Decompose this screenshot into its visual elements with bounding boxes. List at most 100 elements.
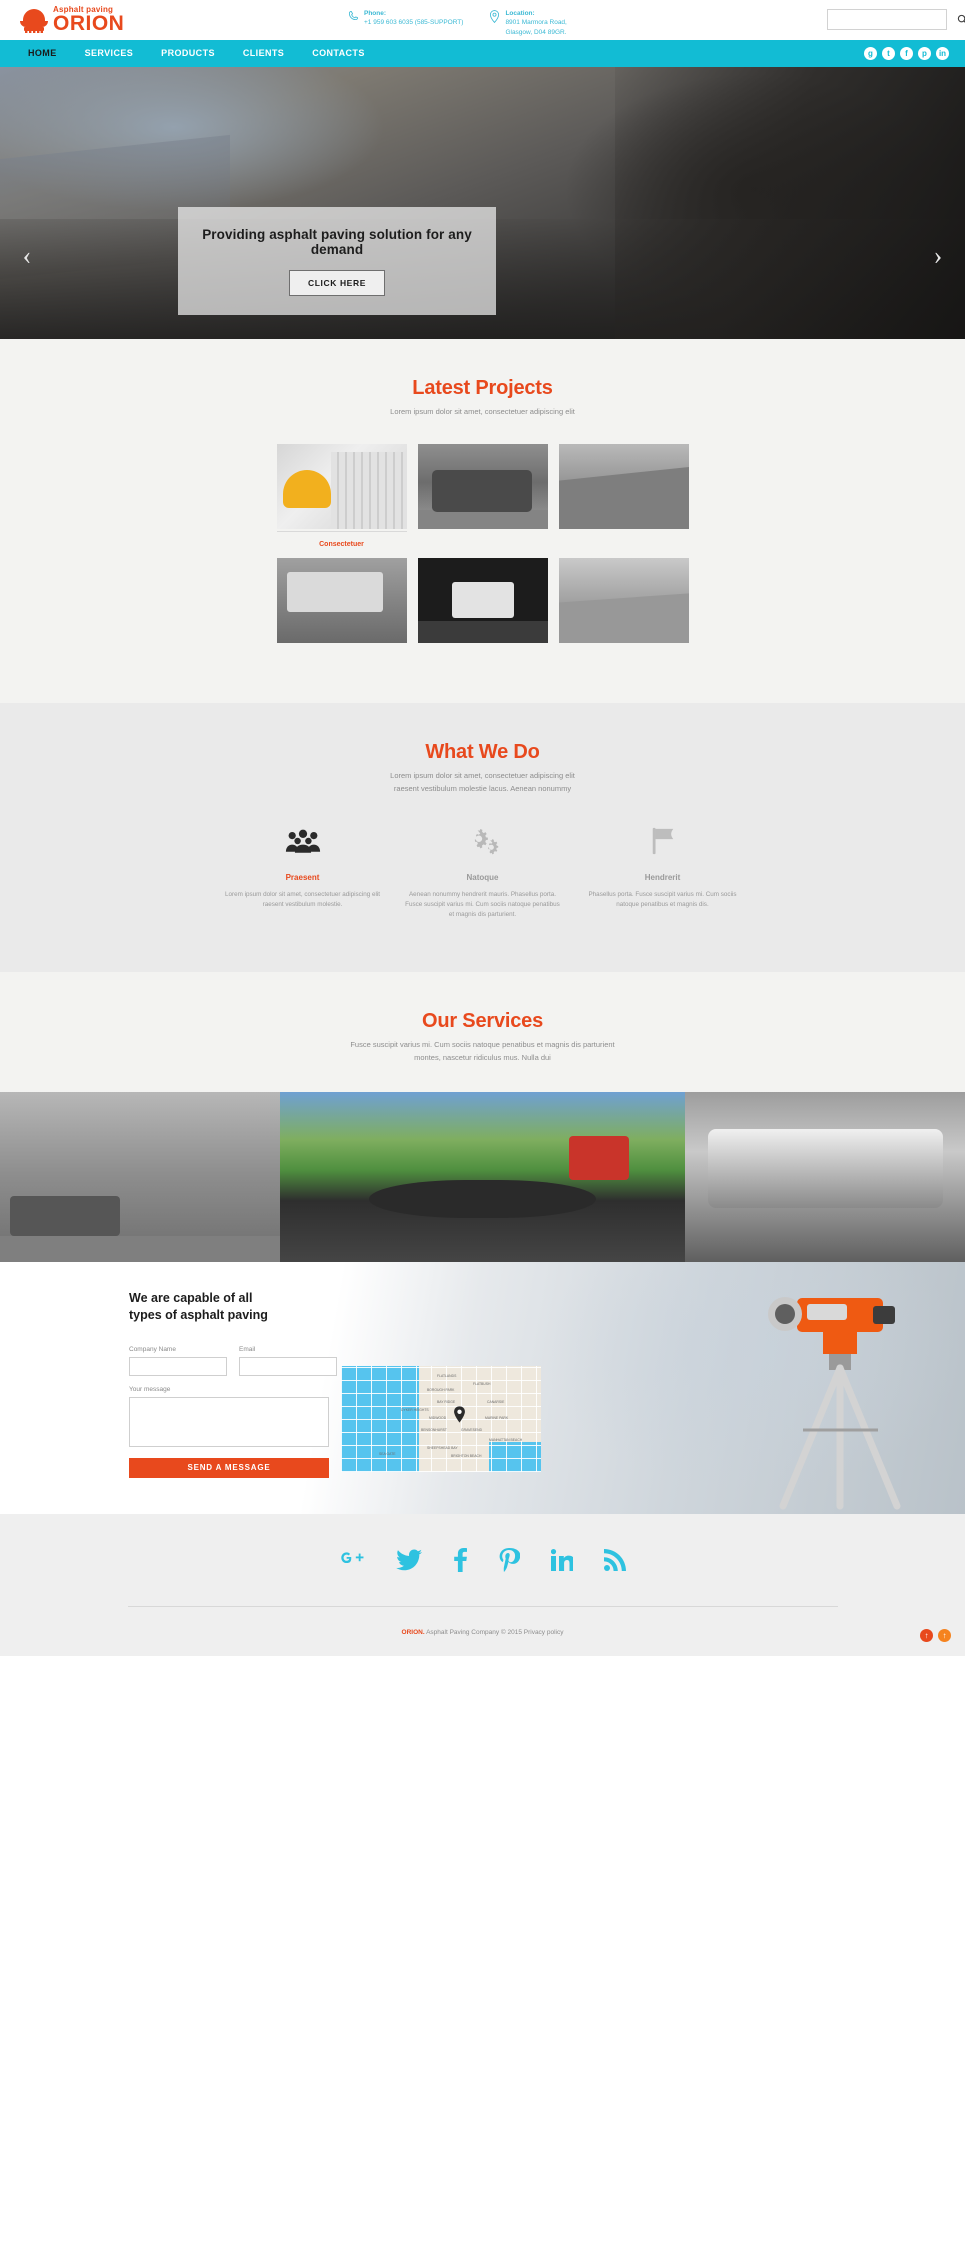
company-name-input[interactable] xyxy=(129,1356,227,1376)
footer-copyright-text: Asphalt Paving Company © 2015 xyxy=(424,1629,524,1637)
search-box[interactable] xyxy=(827,9,965,30)
map-label: BOROUGH PARK xyxy=(427,1388,455,1393)
flag-icon xyxy=(583,821,743,861)
wwd-name: Praesent xyxy=(285,873,320,883)
wwd-subtitle-line1: Lorem ipsum dolor sit amet, consectetuer… xyxy=(390,771,575,781)
services-image-strip xyxy=(0,1092,965,1263)
what-we-do-section: What We Do Lorem ipsum dolor sit amet, c… xyxy=(0,703,965,973)
map-label: DYKER HEIGHTS xyxy=(401,1408,429,1413)
site-footer: ORION. Asphalt Paving Company © 2015 Pri… xyxy=(0,1514,965,1657)
pinterest-icon[interactable] xyxy=(498,1548,521,1576)
nav-item-services[interactable]: SERVICES xyxy=(71,40,148,67)
wwd-columns: Praesent Lorem ipsum dolor sit amet, con… xyxy=(213,821,753,920)
nav-item-contacts[interactable]: CONTACTS xyxy=(298,40,379,67)
project-thumbnail xyxy=(417,444,548,530)
location-line1: 8901 Marmora Road, xyxy=(505,19,567,27)
project-thumbnail xyxy=(417,558,548,644)
hero-slider: Providing asphalt paving solution for an… xyxy=(0,67,965,339)
service-tile-roller[interactable] xyxy=(0,1092,280,1263)
nav-item-clients[interactable]: CLIENTS xyxy=(229,40,298,67)
map-label: CANARSIE xyxy=(487,1400,505,1405)
site-logo[interactable]: Asphalt paving ORION xyxy=(20,6,124,34)
nav-item-products[interactable]: PRODUCTS xyxy=(147,40,229,67)
services-subtitle-line2: montes, nascetur ridiculus mus. Nulla du… xyxy=(414,1052,551,1062)
arrow-up-icon[interactable]: ↑ xyxy=(920,1629,933,1643)
map-label: BAY RIDGE xyxy=(437,1400,456,1405)
main-navigation: HOME SERVICES PRODUCTS CLIENTS CONTACTS … xyxy=(0,40,965,67)
wwd-column-hendrerit[interactable]: Hendrerit Phasellus porta. Fusce suscipi… xyxy=(573,821,753,920)
gears-icon xyxy=(403,821,563,861)
latest-projects-section: Latest Projects Lorem ipsum dolor sit am… xyxy=(0,339,965,704)
contact-map[interactable]: FLATLANDS FLATBUSH BOROUGH PARK BAY RIDG… xyxy=(341,1366,541,1473)
hero-caption: Providing asphalt paving solution for an… xyxy=(178,207,496,315)
nav-social-links: g t f p in xyxy=(864,40,949,67)
search-input[interactable] xyxy=(828,10,957,29)
projects-subtitle: Lorem ipsum dolor sit amet, consectetuer… xyxy=(390,407,575,416)
project-card[interactable] xyxy=(276,558,407,644)
phone-label: Phone: xyxy=(364,10,387,17)
service-tile-paving-crew[interactable] xyxy=(279,1092,686,1263)
hero-prev-arrow[interactable]: ‹ xyxy=(14,243,40,269)
project-card[interactable] xyxy=(417,558,548,644)
linkedin-icon[interactable] xyxy=(550,1549,575,1575)
projects-title: Latest Projects xyxy=(412,377,553,399)
project-thumbnail xyxy=(558,558,689,644)
footer-copyright: ORION. Asphalt Paving Company © 2015 Pri… xyxy=(0,1629,965,1636)
arrow-up-icon[interactable]: ↑ xyxy=(938,1629,951,1643)
email-label: Email xyxy=(239,1345,256,1353)
search-icon xyxy=(957,14,965,23)
hero-cta-button[interactable]: CLICK HERE xyxy=(289,269,385,296)
footer-divider xyxy=(127,1606,838,1608)
service-tile-drum[interactable] xyxy=(685,1092,965,1263)
google-plus-icon[interactable] xyxy=(339,1549,365,1575)
surveying-tripod-image xyxy=(768,1297,901,1510)
projects-heading-block: Latest Projects Lorem ipsum dolor sit am… xyxy=(0,377,965,418)
map-label: MIDWOOD xyxy=(429,1416,447,1421)
pinterest-icon[interactable]: p xyxy=(918,47,931,60)
back-to-top-controls: ↑ ↑ xyxy=(920,1629,951,1643)
nav-items: HOME SERVICES PRODUCTS CLIENTS CONTACTS xyxy=(0,40,379,67)
project-card[interactable]: Consectetuer xyxy=(276,444,407,548)
map-label: SEA GATE xyxy=(379,1452,396,1457)
facebook-icon[interactable]: f xyxy=(900,47,913,60)
hero-title: Providing asphalt paving solution for an… xyxy=(202,226,472,257)
wwd-name: Natoque xyxy=(466,873,499,883)
rss-icon[interactable] xyxy=(604,1549,626,1575)
wwd-text: Lorem ipsum dolor sit amet, consectetuer… xyxy=(224,891,381,909)
map-label: SHEEPSHEAD BAY xyxy=(427,1446,458,1451)
nav-item-home[interactable]: HOME xyxy=(14,40,71,67)
google-plus-icon[interactable]: g xyxy=(864,47,877,60)
project-card[interactable] xyxy=(417,444,548,548)
footer-social-links xyxy=(0,1548,965,1576)
map-label: FLATBUSH xyxy=(473,1382,491,1387)
project-card[interactable] xyxy=(558,444,689,548)
search-button[interactable] xyxy=(957,10,965,29)
logo-wordmark: ORION xyxy=(53,12,125,36)
footer-brand: ORION. xyxy=(401,1629,425,1637)
header-contacts: Phone: +1 959 603 6035 (585-SUPPORT) Loc… xyxy=(348,9,567,37)
wwd-column-natoque[interactable]: Natoque Aenean nonummy hendrerit mauris.… xyxy=(393,821,573,920)
project-card[interactable] xyxy=(558,558,689,644)
linkedin-icon[interactable]: in xyxy=(936,47,949,60)
our-services-section: Our Services Fusce suscipit varius mi. C… xyxy=(0,972,965,1093)
hero-next-arrow[interactable]: › xyxy=(925,243,951,269)
email-input[interactable] xyxy=(239,1356,337,1376)
company-name-label: Company Name xyxy=(129,1345,176,1353)
hardhat-icon xyxy=(20,7,48,33)
send-message-button[interactable]: SEND A MESSAGE xyxy=(129,1457,329,1478)
twitter-icon[interactable]: t xyxy=(882,47,895,60)
map-label: BRIGHTON BEACH xyxy=(451,1454,482,1459)
services-subtitle-line1: Fusce suscipit varius mi. Cum sociis nat… xyxy=(350,1040,615,1050)
gear-icon xyxy=(24,26,44,33)
facebook-icon[interactable] xyxy=(453,1548,467,1576)
twitter-icon[interactable] xyxy=(396,1549,422,1575)
wwd-column-praesent[interactable]: Praesent Lorem ipsum dolor sit amet, con… xyxy=(213,821,393,920)
contact-title-line2: types of asphalt paving xyxy=(129,1307,268,1322)
map-label: FLATLANDS xyxy=(437,1374,457,1379)
services-title: Our Services xyxy=(421,1010,543,1033)
wwd-heading-block: What We Do Lorem ipsum dolor sit amet, c… xyxy=(0,741,965,795)
projects-grid: Consectetuer xyxy=(276,444,689,703)
message-textarea[interactable] xyxy=(129,1396,329,1447)
privacy-policy-link[interactable]: Privacy policy xyxy=(524,1629,564,1636)
map-marker-icon xyxy=(490,10,500,23)
